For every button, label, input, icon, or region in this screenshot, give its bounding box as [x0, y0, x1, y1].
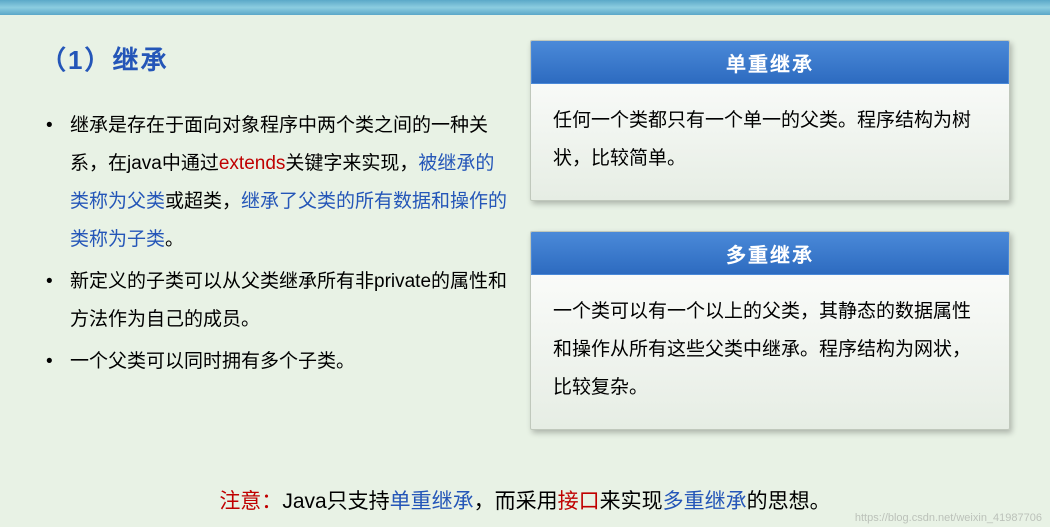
footer-text4: ，而采用: [474, 490, 558, 513]
main-content: （1）继承 继承是存在于面向对象程序中两个类之间的一种关系，在java中通过ex…: [0, 15, 1050, 455]
footer-text6: 来实现: [600, 490, 663, 513]
top-edge-bar: [0, 0, 1050, 15]
list-item: 新定义的子类可以从父类继承所有非private的属性和方法作为自己的成员。: [40, 263, 510, 339]
left-panel: （1）继承 继承是存在于面向对象程序中两个类之间的一种关系，在java中通过ex…: [40, 40, 530, 455]
footer-multi: 多重继承: [663, 490, 747, 513]
watermark-text: https://blog.csdn.net/weixin_41987706: [855, 512, 1042, 524]
footer-single: 单重继承: [390, 490, 474, 513]
bullet3-text: 一个父类可以同时拥有多个子类。: [70, 351, 355, 372]
footer-note: 注意：Java只支持单重继承，而采用接口来实现多重继承的思想。: [0, 485, 1050, 515]
page-title: （1）继承: [40, 40, 510, 77]
card-single-body: 任何一个类都只有一个单一的父类。程序结构为树状，比较简单。: [531, 84, 1009, 200]
bullet-list: 继承是存在于面向对象程序中两个类之间的一种关系，在java中通过extends关…: [40, 107, 510, 381]
right-panel: 单重继承 任何一个类都只有一个单一的父类。程序结构为树状，比较简单。 多重继承 …: [530, 40, 1010, 455]
bullet2-text: 新定义的子类可以从父类继承所有非private的属性和方法作为自己的成员。: [70, 271, 507, 330]
list-item: 一个父类可以同时拥有多个子类。: [40, 343, 510, 381]
bullet1-keyword-extends: extends: [219, 153, 286, 174]
bullet1-part4: 。: [165, 229, 184, 250]
footer-text2: Java只支持: [282, 490, 389, 513]
footer-interface: 接口: [558, 490, 600, 513]
footer-text8: 的思想。: [747, 490, 831, 513]
bullet1-part2: 关键字来实现，: [285, 153, 418, 174]
list-item: 继承是存在于面向对象程序中两个类之间的一种关系，在java中通过extends关…: [40, 107, 510, 259]
card-multiple-inheritance: 多重继承 一个类可以有一个以上的父类，其静态的数据属性和操作从所有这些父类中继承…: [530, 231, 1010, 430]
card-single-header: 单重继承: [531, 41, 1009, 84]
card-multi-body: 一个类可以有一个以上的父类，其静态的数据属性和操作从所有这些父类中继承。程序结构…: [531, 275, 1009, 429]
bullet1-part3: 或超类，: [165, 191, 241, 212]
card-single-inheritance: 单重继承 任何一个类都只有一个单一的父类。程序结构为树状，比较简单。: [530, 40, 1010, 201]
card-multi-header: 多重继承: [531, 232, 1009, 275]
footer-attention: 注意：: [219, 490, 282, 513]
